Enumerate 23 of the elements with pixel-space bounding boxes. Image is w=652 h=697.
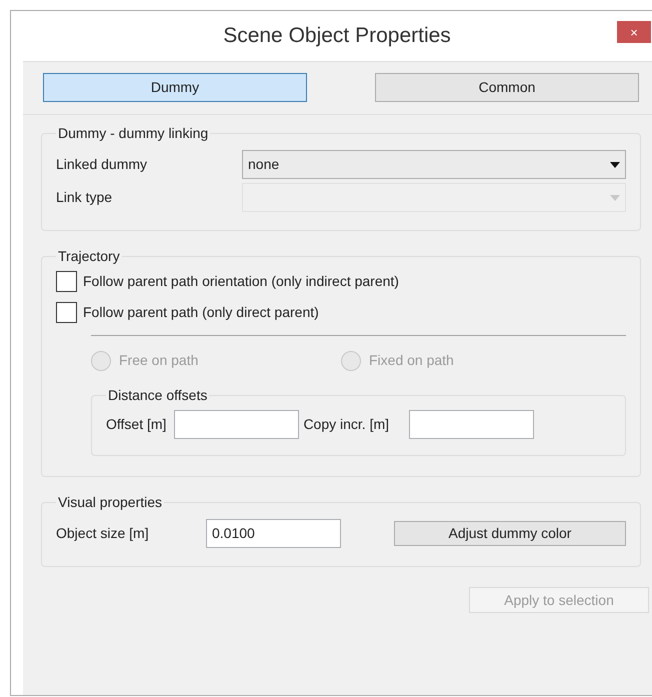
input-field[interactable]: 0.0100 [206, 519, 341, 548]
dropdown-arrow-icon [610, 194, 620, 200]
tab[interactable]: Common [375, 73, 639, 102]
window-title: Scene Object Properties [222, 23, 451, 50]
field-label: Copy incr. [m] [303, 415, 390, 434]
adjust-color-button[interactable]: Adjust dummy color [394, 521, 626, 546]
dropdown-arrow-icon [610, 162, 620, 168]
dropdown-value: none [248, 155, 280, 174]
radio-label: Free on path [119, 351, 198, 370]
tab[interactable]: Dummy [43, 73, 307, 102]
input-field[interactable] [174, 410, 300, 439]
dropdown[interactable]: none [242, 150, 626, 179]
field-label: Linked dummy [56, 155, 148, 174]
checkbox-label: Follow parent path orientation (only indirect parent) [83, 272, 399, 291]
checkbox[interactable] [56, 271, 77, 292]
field-label: Offset [m] [106, 415, 166, 434]
checkbox-label: Follow parent path (only direct parent) [83, 303, 319, 322]
field-label: Object size [m] [56, 524, 150, 543]
input-field[interactable] [409, 410, 534, 439]
close-button[interactable]: × [617, 21, 651, 43]
checkbox[interactable] [56, 302, 77, 323]
radio-label: Fixed on path [369, 351, 454, 370]
field-label: Link type [56, 188, 114, 207]
